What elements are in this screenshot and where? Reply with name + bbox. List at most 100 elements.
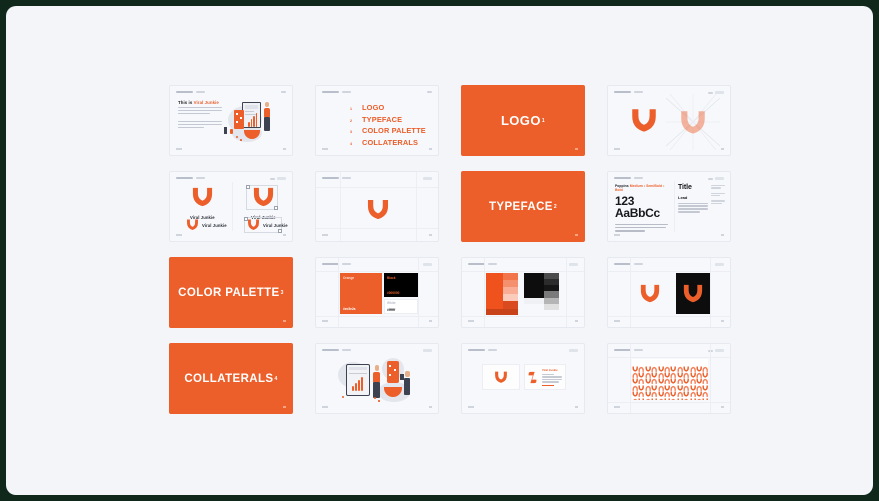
slide-logo-clearspace-slide[interactable] bbox=[315, 171, 439, 242]
slide-page-number bbox=[283, 406, 286, 408]
logo-on-dark bbox=[682, 284, 704, 309]
viral-junkie-mark-icon bbox=[187, 219, 198, 230]
typography-right-column: Title Lead bbox=[678, 184, 708, 213]
shade-ramp-black-base bbox=[524, 273, 544, 298]
slide-footer-mark bbox=[614, 234, 620, 236]
viral-junkie-mark-icon bbox=[248, 219, 259, 230]
agenda-item[interactable]: 4 COLLATERALS bbox=[350, 138, 426, 147]
business-card-accent-line bbox=[542, 385, 554, 387]
slide-footer-mark bbox=[468, 320, 474, 322]
section-title-text: COLOR PALETTE bbox=[178, 286, 280, 299]
slide-header-mark bbox=[614, 263, 643, 265]
lockup-divider bbox=[232, 182, 233, 231]
typography-divider bbox=[674, 181, 675, 232]
slide-page-number bbox=[721, 234, 724, 236]
agenda-item-label: COLLATERALS bbox=[362, 137, 419, 147]
slide-footer-mark bbox=[322, 406, 328, 408]
slide-header-mark bbox=[176, 177, 205, 179]
slide-footer-mark bbox=[468, 406, 474, 408]
slide-footer-mark bbox=[322, 234, 328, 236]
tint-ramp-orange-base bbox=[486, 273, 503, 309]
lockup-horizontal-boxed: Viral Junkie bbox=[247, 219, 288, 231]
section-title-text: TYPEFACE bbox=[488, 200, 553, 213]
slide-footer-mark bbox=[614, 148, 620, 150]
slide-contents-slide[interactable]: 1 LOGO 2 TYPEFACE 3 COLOR PALETTE 4 COLL… bbox=[315, 85, 439, 156]
slide-business-card-slide[interactable]: Viral Junkie bbox=[461, 343, 585, 414]
tint-ramp-orange-6 bbox=[486, 309, 518, 315]
viral-junkie-mark-icon bbox=[192, 187, 212, 207]
alphabet-specimen: AaBbCc bbox=[615, 206, 660, 220]
monogram-s-icon bbox=[528, 371, 537, 384]
viral-junkie-mark-icon bbox=[253, 187, 273, 207]
slide-logo-section-slide[interactable]: LOGO 1 bbox=[461, 85, 585, 156]
slide-page-number bbox=[429, 234, 432, 236]
slide-header-right-mark bbox=[270, 177, 286, 180]
font-name-label: Poppins Medium • SemiBold • Bold bbox=[615, 184, 670, 192]
intro-brand-name: Viral Junkie bbox=[193, 100, 219, 105]
section-title-superscript: 4 bbox=[274, 375, 278, 382]
slide-header-right-mark bbox=[423, 177, 432, 180]
agenda-item[interactable]: 2 TYPEFACE bbox=[350, 115, 426, 124]
slide-header-right-mark bbox=[423, 263, 432, 266]
agenda-item-label: LOGO bbox=[362, 103, 385, 112]
tint-ramp-orange-5 bbox=[503, 301, 518, 309]
slide-header-right-mark bbox=[281, 91, 286, 93]
slide-tints-and-shades-slide[interactable] bbox=[461, 257, 585, 328]
slide-collateral-illustration-slide[interactable] bbox=[315, 343, 439, 414]
agenda-item-number: 4 bbox=[350, 141, 352, 146]
agenda-item-number: 1 bbox=[350, 107, 352, 111]
slide-primary-colors-slide[interactable]: Orange #ec5e2a Black #000000 White #ffff… bbox=[315, 257, 439, 328]
slide-footer-mark bbox=[322, 148, 328, 150]
brand-pattern-panel bbox=[632, 359, 708, 400]
slide-footer-mark bbox=[614, 406, 620, 408]
slide-page-number bbox=[429, 406, 432, 408]
slide-logo-lockups-slide[interactable]: Viral Junkie Viral Junkie Viral Junkie V… bbox=[169, 171, 293, 242]
slide-brand-pattern-slide[interactable] bbox=[607, 343, 731, 414]
viral-junkie-mark-icon bbox=[683, 284, 703, 303]
slide-page-number bbox=[283, 320, 286, 322]
paragraph-sample bbox=[678, 202, 708, 213]
slide-logo-construction-slide[interactable] bbox=[607, 85, 731, 156]
slide-header-mark bbox=[322, 177, 351, 179]
agenda-item-label: COLOR PALETTE bbox=[362, 126, 426, 135]
slide-footer-mark bbox=[176, 148, 182, 150]
tint-ramp-orange-2 bbox=[503, 280, 518, 287]
viral-junkie-mark-icon bbox=[495, 371, 507, 383]
slide-page-number bbox=[721, 320, 724, 322]
slide-color-palette-section-slide[interactable]: COLOR PALETTE 3 bbox=[169, 257, 293, 328]
viral-junkie-mark-icon bbox=[640, 284, 660, 303]
agenda-item[interactable]: 3 COLOR PALETTE bbox=[350, 126, 426, 135]
section-title-superscript: 2 bbox=[553, 203, 558, 210]
slide-header-mark bbox=[322, 349, 351, 351]
lockup-wordmark: Viral Junkie bbox=[263, 222, 288, 228]
slide-typography-specimen-slide[interactable]: Poppins Medium • SemiBold • Bold 123 AaB… bbox=[607, 171, 731, 242]
slide-header-right-mark bbox=[423, 349, 432, 352]
agenda-item[interactable]: 1 LOGO bbox=[350, 103, 426, 112]
glyph-set-rows bbox=[615, 223, 670, 232]
business-card-details bbox=[542, 374, 562, 383]
slide-footer-mark bbox=[322, 320, 328, 322]
slide-intro-slide[interactable]: This is Viral Junkie bbox=[169, 85, 293, 156]
slide-logo-on-backgrounds-slide[interactable] bbox=[607, 257, 731, 328]
lockup-wordmark: Viral Junkie bbox=[202, 222, 227, 228]
slide-header-mark bbox=[322, 91, 351, 93]
lockup-horizontal: Viral Junkie bbox=[186, 219, 227, 231]
tint-ramp-orange-4 bbox=[503, 294, 518, 301]
slide-page-number bbox=[575, 234, 578, 236]
logo-mark-centered bbox=[366, 199, 390, 226]
slide-footer-mark bbox=[614, 320, 620, 322]
slide-collaterals-section-slide[interactable]: COLLATERALS 4 bbox=[169, 343, 293, 414]
slide-typeface-section-slide[interactable]: TYPEFACE 2 bbox=[461, 171, 585, 242]
business-card-front-logo bbox=[494, 371, 508, 389]
slide-header-mark bbox=[468, 349, 497, 351]
swatch-black-name: Black bbox=[387, 276, 396, 280]
swatch-white-hex: #ffffff bbox=[387, 308, 396, 312]
business-card-back-monogram bbox=[528, 371, 537, 389]
slide-header-mark bbox=[614, 349, 643, 351]
type-spec-notes bbox=[711, 185, 725, 205]
slide-header-right-mark bbox=[708, 177, 724, 180]
construction-guides bbox=[608, 86, 730, 155]
slide-page-number bbox=[283, 234, 286, 236]
agenda-list: 1 LOGO 2 TYPEFACE 3 COLOR PALETTE 4 COLL… bbox=[350, 103, 426, 147]
slide-header-mark bbox=[176, 91, 205, 93]
